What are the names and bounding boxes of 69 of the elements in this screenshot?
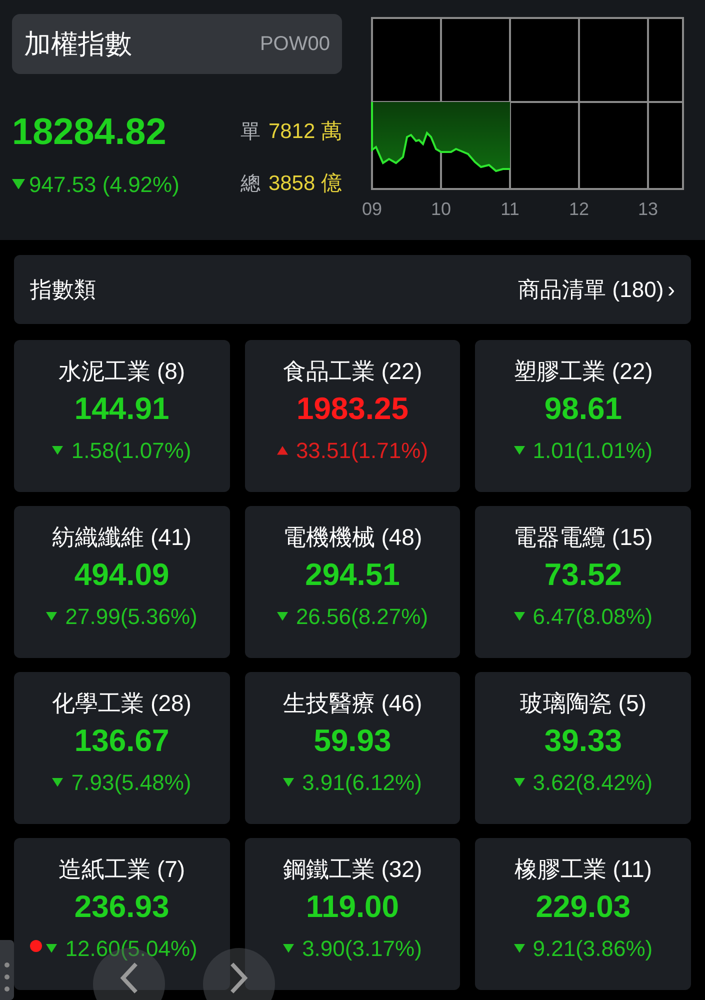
index-change: 947.53 (4.92%) (29, 170, 180, 198)
sector-change: 26.56(8.27%) (296, 603, 428, 631)
sector-price: 229.03 (536, 888, 631, 926)
chevron-left-icon (120, 962, 138, 994)
sector-name: 玻璃陶瓷 (5) (520, 689, 646, 718)
sector-card[interactable]: 電器電纜 (15) 73.52 6.47(8.08%) (475, 506, 691, 658)
sector-change: 7.93(5.48%) (71, 769, 192, 797)
sector-card[interactable]: 塑膠工業 (22) 98.61 1.01(1.01%) (475, 340, 691, 492)
time-axis-label: 13 (638, 198, 658, 221)
sector-card[interactable]: 生技醫療 (46) 59.93 3.91(6.12%) (244, 672, 460, 824)
sector-change: 9.21(3.86%) (532, 935, 653, 963)
sector-price: 494.09 (74, 556, 170, 594)
sector-name: 鋼鐵工業 (32) (282, 855, 422, 884)
sector-change: 1.58(1.07%) (71, 437, 192, 465)
sector-card[interactable]: 橡膠工業 (11) 229.03 9.21(3.86%) (475, 838, 691, 990)
sector-name: 橡膠工業 (11) (514, 855, 652, 884)
sector-name: 水泥工業 (8) (58, 357, 186, 386)
sector-name: 塑膠工業 (22) (514, 357, 653, 386)
index-code: POW00 (260, 32, 330, 57)
volume-label: 單 (240, 120, 260, 145)
time-axis-label: 11 (500, 198, 520, 221)
sector-change: 3.90(3.17%) (302, 935, 422, 963)
chevron-right-icon (230, 962, 248, 994)
sector-change: 33.51(1.71%) (296, 437, 428, 465)
sector-card[interactable]: 紡織纖維 (41) 494.09 27.99(5.36%) (14, 506, 230, 658)
sector-name: 造紙工業 (7) (58, 855, 186, 884)
sector-change: 3.91(6.12%) (302, 769, 422, 797)
sector-name: 食品工業 (22) (282, 357, 422, 386)
index-name: 加權指數 (24, 28, 132, 61)
more-dots-icon (4, 962, 10, 992)
sector-name: 電機機械 (48) (282, 523, 422, 552)
sector-change: 3.62(8.42%) (532, 769, 653, 797)
sector-price: 73.52 (544, 556, 622, 594)
sector-price: 119.00 (306, 888, 400, 926)
sector-change: 1.01(1.01%) (532, 437, 653, 465)
total-value: 3858 億 (268, 171, 342, 198)
sector-card[interactable]: 造紙工業 (7) 236.93 12.60(5.04%) (14, 838, 230, 990)
sector-card[interactable]: 鋼鐵工業 (32) 119.00 3.90(3.17%) (244, 838, 460, 990)
sector-card[interactable]: 電機機械 (48) 294.51 26.56(8.27%) (244, 506, 460, 658)
sector-price: 294.51 (305, 556, 400, 594)
time-axis-label: 12 (568, 198, 590, 221)
index-title-panel[interactable]: 加權指數 POW00 (12, 14, 342, 74)
time-axis-label: 09 (362, 198, 382, 221)
next-button[interactable] (203, 948, 275, 1000)
time-axis-label: 10 (430, 198, 452, 221)
sector-price: 236.93 (74, 888, 170, 926)
sector-change: 27.99(5.36%) (65, 603, 198, 631)
total-label: 總 (240, 172, 260, 197)
sector-name: 電器電纜 (15) (514, 523, 653, 552)
sector-card[interactable]: 食品工業 (22) 1983.25 33.51(1.71%) (244, 340, 460, 492)
sector-name: 生技醫療 (46) (282, 689, 422, 718)
section-title: 指數類 (30, 276, 96, 304)
sector-change: 6.47(8.08%) (532, 603, 653, 631)
index-price: 18284.82 (12, 110, 166, 154)
sector-card[interactable]: 玻璃陶瓷 (5) 39.33 3.62(8.42%) (475, 672, 691, 824)
sector-price: 39.33 (544, 722, 622, 760)
sector-name: 紡織纖維 (41) (52, 523, 192, 552)
sector-price: 1983.25 (296, 390, 409, 428)
sector-price: 59.93 (314, 722, 392, 760)
sector-card[interactable]: 水泥工業 (8) 144.91 1.58(1.07%) (14, 340, 230, 492)
product-list-link[interactable]: 商品清單 (180) › (518, 273, 675, 306)
volume-value: 7812 萬 (268, 119, 342, 145)
sector-price: 98.61 (544, 390, 622, 428)
sector-change: 12.60(5.04%) (65, 935, 198, 963)
sector-card[interactable]: 化學工業 (28) 136.67 7.93(5.48%) (14, 672, 230, 824)
sector-price: 136.67 (74, 722, 170, 760)
sector-name: 化學工業 (28) (52, 689, 192, 718)
side-handle[interactable] (0, 940, 14, 1000)
sector-price: 144.91 (74, 390, 170, 428)
